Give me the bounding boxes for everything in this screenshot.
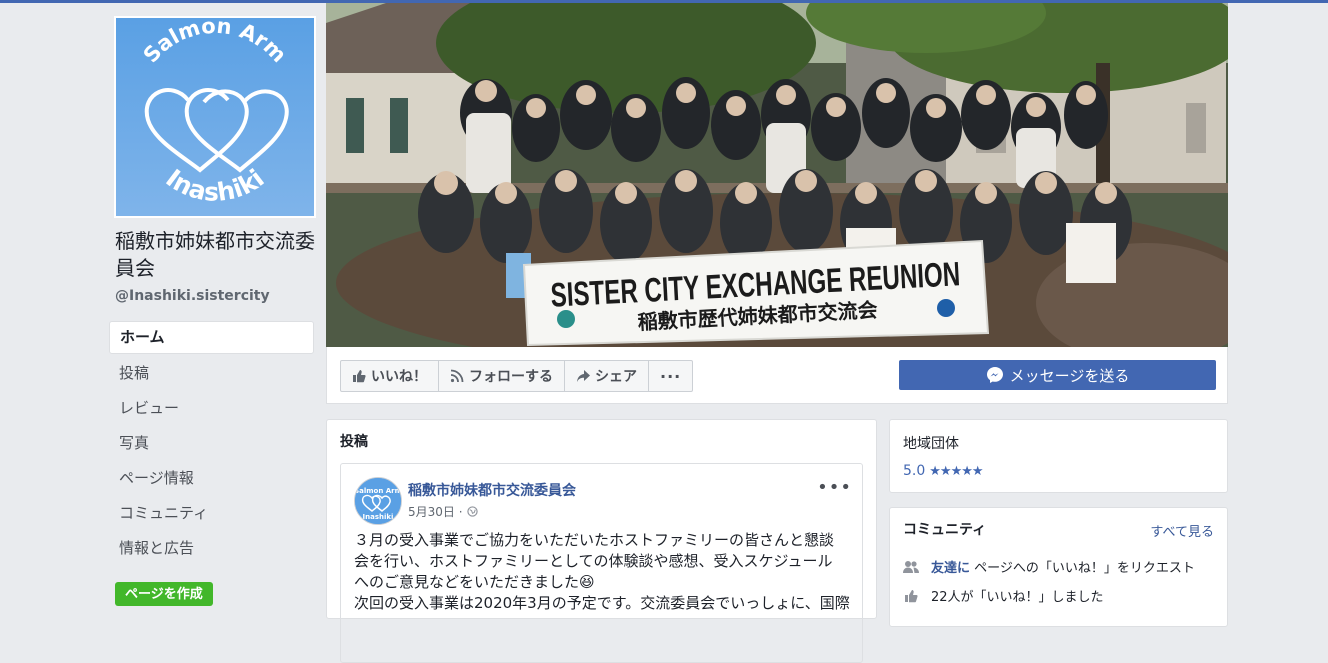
post-timestamp[interactable]: 5月30日 · bbox=[408, 503, 478, 520]
posts-section: 投稿 Salmon Arm Inashiki 稲敷市姉妹都市交流委員会 5月30… bbox=[326, 419, 877, 663]
post-line-3: へのご意見などをいただきました😆 bbox=[354, 573, 595, 591]
post-date-text: 5月30日 · bbox=[408, 505, 463, 519]
rating-summary[interactable]: 5.0 ★★★★★ bbox=[903, 463, 984, 479]
send-message-button[interactable]: メッセージを送る bbox=[899, 360, 1216, 390]
svg-text:Salmon Arm: Salmon Arm bbox=[355, 487, 401, 495]
thumbs-up-icon bbox=[905, 589, 918, 602]
page-likes-row: 22人が「いいね！」しました bbox=[903, 586, 1104, 605]
svg-text:Inashiki: Inashiki bbox=[160, 164, 269, 207]
page-action-bar: いいね！ フォローする シェア ··· メッセージを送る bbox=[326, 347, 1228, 404]
post-line-1: ３月の受入事業でご協力をいただいたホストファミリーの皆さんと懇談 bbox=[354, 531, 835, 549]
page-category[interactable]: 地域団体 bbox=[903, 433, 959, 453]
post-more-options-icon[interactable]: ••• bbox=[817, 477, 852, 498]
sidebar-item-posts[interactable]: 投稿 bbox=[109, 356, 314, 391]
post-text: ３月の受入事業でご協力をいただいたホストファミリーの皆さんと懇談 会を行い、ホス… bbox=[354, 530, 854, 614]
rating-value: 5.0 bbox=[903, 463, 926, 479]
post-author-link[interactable]: 稲敷市姉妹都市交流委員会 bbox=[408, 480, 576, 500]
follow-label: フォローする bbox=[469, 369, 553, 385]
post-card: Salmon Arm Inashiki 稲敷市姉妹都市交流委員会 5月30日 ·… bbox=[340, 463, 863, 663]
rss-follow-icon bbox=[450, 369, 464, 383]
page-title[interactable]: 稲敷市姉妹都市交流委員会 bbox=[115, 228, 320, 282]
svg-text:Salmon Arm: Salmon Arm bbox=[139, 18, 291, 67]
sidebar-item-info-ads[interactable]: 情報と広告 bbox=[109, 531, 314, 566]
posts-heading: 投稿 bbox=[340, 434, 368, 450]
create-page-button[interactable]: ページを作成 bbox=[115, 582, 213, 606]
community-heading: コミュニティ bbox=[903, 522, 987, 538]
sidebar-item-community[interactable]: コミュニティ bbox=[109, 496, 314, 531]
rating-stars-icon: ★★★★★ bbox=[929, 463, 983, 479]
page-likes-text: 22人が「いいね！」しました bbox=[931, 590, 1104, 605]
invite-friends-text: ページへの「いいね！」をリクエスト bbox=[974, 561, 1195, 576]
globe-icon bbox=[466, 506, 478, 517]
action-button-group: いいね！ フォローする シェア ··· bbox=[340, 360, 694, 392]
share-button[interactable]: シェア bbox=[565, 361, 649, 391]
sidebar-nav: ホーム 投稿 レビュー 写真 ページ情報 コミュニティ 情報と広告 bbox=[109, 321, 314, 566]
post-avatar[interactable]: Salmon Arm Inashiki bbox=[354, 477, 402, 525]
messenger-icon bbox=[986, 367, 1003, 383]
post-line-4: 次回の受入事業は2020年3月の予定です。交流委員会でいっしょに、国際 bbox=[354, 594, 850, 612]
profile-picture[interactable]: Salmon Arm Inashiki bbox=[114, 14, 316, 218]
page-handle[interactable]: @Inashiki.sistercity bbox=[115, 288, 270, 304]
sidebar-item-home[interactable]: ホーム bbox=[109, 321, 314, 354]
post-line-2: 会を行い、ホストファミリーとしての体験談や感想、受入スケジュール bbox=[354, 552, 833, 570]
cover-photo[interactable]: SISTER CITY EXCHANGE REUNION 稲敷市歴代姉妹都市交流… bbox=[326, 3, 1228, 347]
share-arrow-icon bbox=[577, 370, 590, 382]
follow-button[interactable]: フォローする bbox=[439, 361, 565, 391]
like-button[interactable]: いいね！ bbox=[341, 361, 439, 391]
sidebar-item-reviews[interactable]: レビュー bbox=[109, 391, 314, 426]
invite-friends-link[interactable]: 友達に bbox=[931, 561, 970, 576]
salmon-arm-inashiki-logo: Salmon Arm Inashiki bbox=[116, 14, 314, 216]
see-all-link[interactable]: すべて見る bbox=[1150, 521, 1214, 540]
more-options-button[interactable]: ··· bbox=[649, 361, 692, 391]
sidebar-item-about[interactable]: ページ情報 bbox=[109, 461, 314, 496]
friends-icon bbox=[903, 560, 919, 573]
thumbs-up-icon bbox=[353, 370, 366, 383]
sidebar-item-photos[interactable]: 写真 bbox=[109, 426, 314, 461]
like-label: いいね！ bbox=[371, 369, 427, 385]
send-message-label: メッセージを送る bbox=[1009, 366, 1130, 385]
about-card: 地域団体 5.0 ★★★★★ bbox=[889, 419, 1228, 493]
more-dots-icon: ··· bbox=[660, 366, 682, 386]
invite-friends-row: 友達に ページへの「いいね！」をリクエスト bbox=[903, 557, 1195, 576]
svg-text:Inashiki: Inashiki bbox=[363, 513, 394, 521]
community-card: コミュニティ すべて見る 友達に ページへの「いいね！」をリクエスト 22人が「… bbox=[889, 507, 1228, 627]
share-label: シェア bbox=[595, 369, 637, 385]
